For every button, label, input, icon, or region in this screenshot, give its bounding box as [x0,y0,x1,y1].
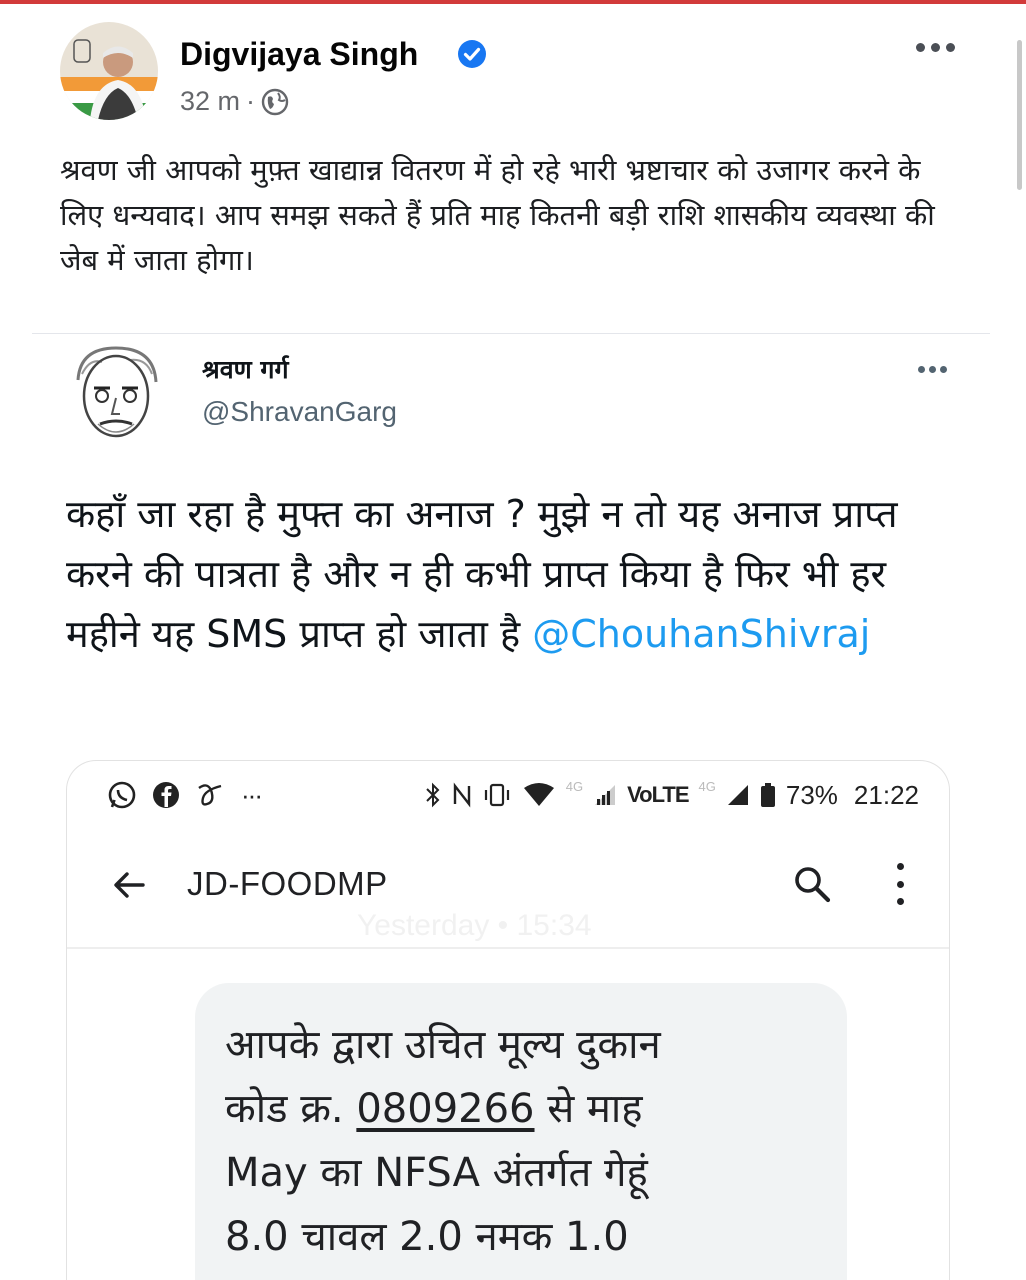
post-caption: श्रवण जी आपको मुफ़्त खाद्यान्न वितरण में… [60,153,935,277]
sms-options-button[interactable] [893,863,907,905]
dot-icon [929,365,936,373]
battery-icon [760,783,775,807]
scrollbar[interactable] [1017,40,1022,190]
sms-line-2: कोड क्र. 0809266 से माह [225,1077,821,1141]
more-notifications-icon: ··· [241,779,263,810]
sms-line-2-suffix: से माह [534,1086,643,1132]
volte-label: VoLTE [627,782,689,807]
sms-sender-name: JD-FOODMP [187,865,388,902]
dot-icon [896,880,904,888]
sms-line-2-prefix: कोड क्र. [225,1086,357,1132]
vibrate-icon [484,783,509,807]
meta-separator: · [246,86,256,116]
globe-icon [261,88,289,115]
sms-line-4: 8.0 चावल 2.0 नमक 1.0 [225,1214,629,1260]
shop-code-link[interactable]: 0809266 [356,1086,534,1132]
dot-icon [896,898,904,905]
sms-date-watermark: Yesterday • 15:34 [357,909,592,942]
author-avatar[interactable] [60,22,158,120]
sms-line-1: आपके द्वारा उचित मूल्य दुकान [225,1022,661,1068]
dot-icon [896,863,904,870]
network-4g-label: 4G [565,779,584,794]
battery-percent: 73% [785,779,838,810]
sms-line-3: May का NFSA अंतर्गत गेहूं [225,1150,648,1196]
phone-status-bar: ··· 4G VoLTE 4G 73% 21:22 [107,775,927,815]
tweet-author-avatar[interactable] [60,340,172,448]
back-arrow-icon[interactable] [109,865,149,905]
signal-icon [595,785,616,805]
dot-icon [931,42,940,52]
sms-message-bubble: आपके द्वारा उचित मूल्य दुकान कोड क्र. 08… [195,983,847,1280]
divider [32,333,990,334]
sms-screenshot: ··· 4G VoLTE 4G 73% 21:22 JD-FOODMP Yest… [66,760,950,1280]
tweet-author-name[interactable]: श्रवण गर्ग [202,352,289,386]
post-meta: 32 m · [180,86,289,117]
dot-icon [918,365,925,373]
status-clock: 21:22 [853,779,919,810]
dot-icon [940,365,947,373]
tweet-author-handle[interactable]: @ShravanGarg [202,396,397,428]
network-4g-label-2: 4G [698,779,716,794]
bluetooth-icon [426,782,440,808]
post-time[interactable]: 32 m [180,86,240,117]
nfc-icon [453,782,470,808]
top-accent-line [0,0,1026,4]
app-icon [198,784,222,806]
wifi-icon [523,783,554,806]
status-indicators: 4G VoLTE 4G 73% 21:22 [424,775,919,815]
dot-icon [916,42,925,52]
post-options-button[interactable] [916,38,960,56]
tweet-options-button[interactable] [918,364,952,374]
signal-icon [727,785,748,805]
tweet-text: कहाँ जा रहा है मुफ्त का अनाज ? मुझे न तो… [66,484,946,664]
search-icon[interactable] [791,863,833,905]
whatsapp-icon [108,781,136,809]
facebook-icon [153,782,179,808]
author-name[interactable]: Digvijaya Singh [180,36,418,73]
tweet-mention-link[interactable]: @ChouhanShivraj [532,612,870,656]
dot-icon [946,42,955,52]
verified-badge-icon [458,40,486,68]
